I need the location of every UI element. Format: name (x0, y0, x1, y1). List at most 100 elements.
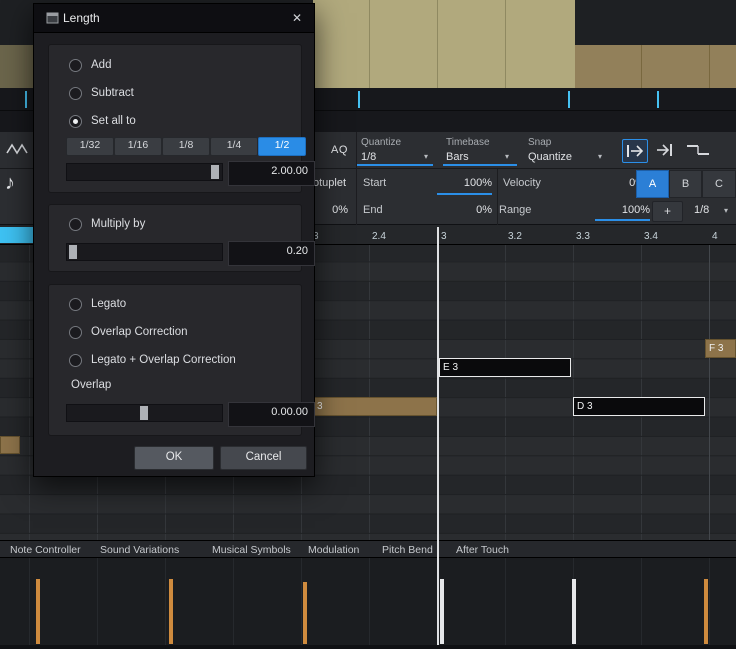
tab-note-controller[interactable]: Note Controller (10, 544, 81, 556)
legato-label: Legato (91, 298, 126, 310)
multiply-value-field[interactable]: 0.20 (228, 241, 315, 266)
loop-range-highlight[interactable] (0, 227, 33, 243)
clip-left-sliver[interactable] (0, 45, 33, 88)
legato-overlap-radio[interactable] (69, 354, 82, 367)
add-quantize-button[interactable]: + (652, 201, 683, 222)
legato-overlap-label: Legato + Overlap Correction (91, 354, 236, 366)
dialog-titlebar[interactable]: Length ✕ (34, 4, 314, 33)
overlap-value-field[interactable]: 0.00.00 (228, 402, 315, 427)
tab-c[interactable]: C (702, 170, 736, 198)
playhead[interactable] (437, 227, 439, 645)
tuplet-value[interactable]: otuplet (313, 177, 346, 189)
snap-dropdown[interactable]: Quantize (528, 151, 572, 163)
velocity-bar[interactable] (36, 579, 40, 644)
close-icon[interactable]: ✕ (286, 9, 308, 27)
overlap-slider[interactable] (66, 404, 223, 422)
chevron-down-icon[interactable]: ▾ (424, 152, 428, 161)
range-value[interactable]: 100% (595, 204, 650, 216)
clip-khaki[interactable] (313, 0, 575, 88)
trim-note-start-button[interactable] (652, 139, 678, 163)
multiply-by-label: Multiply by (91, 218, 145, 230)
set-all-value-field[interactable]: 2.00.00 (228, 161, 315, 186)
chevron-down-icon[interactable]: ▾ (598, 152, 602, 161)
midi-note-partial[interactable]: 3 (313, 397, 437, 416)
start-value-fill (437, 193, 492, 195)
clip-tan[interactable] (575, 45, 736, 88)
tab-musical-symbols[interactable]: Musical Symbols (212, 544, 291, 556)
subtract-label: Subtract (91, 87, 134, 99)
end-label: End (363, 204, 383, 216)
chevron-down-icon[interactable]: ▾ (724, 206, 728, 215)
note-tool-icon[interactable]: ♪ (5, 172, 15, 195)
legato-tool-button[interactable] (684, 139, 714, 163)
add-label: Add (91, 59, 111, 71)
velocity-label: Velocity (503, 177, 541, 189)
radio-row-legato-overlap[interactable]: Legato + Overlap Correction (69, 353, 236, 367)
overlap-correction-radio[interactable] (69, 326, 82, 339)
multiply-by-radio[interactable] (69, 218, 82, 231)
fraction-button-1-16[interactable]: 1/16 (114, 137, 162, 156)
mini-note-tick (657, 91, 659, 108)
midi-note-d3[interactable]: D 3 (573, 397, 705, 416)
velocity-bar-selected[interactable] (572, 579, 576, 644)
ruler-label: 2.4 (372, 231, 386, 242)
extend-note-end-icon (623, 140, 647, 162)
fraction-button-1-4[interactable]: 1/4 (210, 137, 258, 156)
wave-tool-icon[interactable] (5, 140, 29, 158)
quantize-underline (357, 164, 433, 166)
fraction-button-1-8[interactable]: 1/8 (162, 137, 210, 156)
velocity-lane[interactable] (0, 558, 736, 645)
auto-quantize-label[interactable]: AQ (331, 144, 348, 156)
radio-row-legato[interactable]: Legato (69, 297, 126, 311)
velocity-bar[interactable] (169, 579, 173, 644)
midi-note-f3[interactable]: F 3 (705, 339, 736, 358)
overlap-label: Overlap (71, 379, 111, 391)
multiply-slider[interactable] (66, 243, 223, 261)
velocity-bar[interactable] (303, 582, 307, 644)
tab-b[interactable]: B (669, 170, 702, 198)
overlap-slider-handle[interactable] (140, 406, 148, 420)
velocity-bar[interactable] (704, 579, 708, 644)
start-value[interactable]: 100% (437, 177, 492, 189)
set-all-slider[interactable] (66, 163, 223, 181)
timebase-dropdown[interactable]: Bars (446, 151, 469, 163)
radio-row-add[interactable]: Add (69, 58, 111, 72)
ruler-label: 3 (441, 231, 447, 242)
piano-roll-editor: AQ Quantize 1/8 ▾ Timebase Bars ▾ Snap Q… (0, 0, 736, 649)
radio-row-set-all-to[interactable]: Set all to (69, 114, 136, 128)
quantize-dropdown[interactable]: 1/8 (361, 151, 376, 163)
end-value[interactable]: 0% (437, 204, 492, 216)
start-label: Start (363, 177, 386, 189)
velocity-bar-selected[interactable] (440, 579, 444, 644)
tab-modulation[interactable]: Modulation (308, 544, 359, 556)
radio-row-overlap-correction[interactable]: Overlap Correction (69, 325, 188, 339)
midi-note-e3[interactable]: E 3 (439, 358, 571, 377)
add-radio[interactable] (69, 59, 82, 72)
extend-note-end-button[interactable] (622, 139, 648, 163)
chevron-down-icon[interactable]: ▾ (505, 152, 509, 161)
grid-value-dropdown[interactable]: 1/8 (694, 204, 709, 216)
radio-row-subtract[interactable]: Subtract (69, 86, 134, 100)
multiply-slider-handle[interactable] (69, 245, 77, 259)
legato-radio[interactable] (69, 298, 82, 311)
range-value-fill (595, 219, 650, 221)
set-length-group: Add Subtract Set all to 1/32 1/16 1/8 1/… (48, 44, 302, 193)
fraction-button-1-32[interactable]: 1/32 (66, 137, 114, 156)
set-all-to-radio[interactable] (69, 115, 82, 128)
radio-row-multiply-by[interactable]: Multiply by (69, 217, 145, 231)
timebase-underline (443, 164, 517, 166)
subtract-radio[interactable] (69, 87, 82, 100)
cancel-button[interactable]: Cancel (220, 446, 307, 470)
toolbar-separator (497, 169, 498, 225)
tab-sound-variations[interactable]: Sound Variations (100, 544, 179, 556)
legato-tool-icon (684, 139, 712, 161)
ok-button[interactable]: OK (134, 446, 214, 470)
midi-note-clipped[interactable] (0, 436, 20, 454)
set-all-slider-handle[interactable] (211, 165, 219, 179)
tab-pitch-bend[interactable]: Pitch Bend (382, 544, 433, 556)
tab-after-touch[interactable]: After Touch (456, 544, 509, 556)
fraction-button-1-2[interactable]: 1/2 (258, 137, 306, 156)
toolbar-separator (356, 132, 357, 225)
timebase-section-label: Timebase (446, 137, 490, 148)
tab-a[interactable]: A (636, 170, 669, 198)
